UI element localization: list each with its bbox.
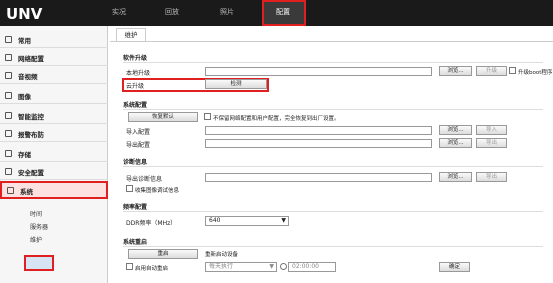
auto-reboot-checkbox[interactable] bbox=[126, 263, 133, 270]
divider bbox=[123, 246, 543, 247]
detect-button[interactable]: 检测 bbox=[205, 79, 267, 89]
section-diag-title: 诊断信息 bbox=[123, 159, 148, 166]
local-upgrade-label: 本地升级 bbox=[126, 70, 151, 77]
system-icon bbox=[7, 187, 14, 194]
alarm-icon bbox=[5, 130, 12, 137]
sidebar-item-label: 安全配置 bbox=[18, 169, 44, 177]
cloud-upgrade-label: 云升级 bbox=[126, 83, 145, 90]
sidebar-sub-server[interactable]: 服务器 bbox=[30, 222, 48, 231]
sidebar-item-av[interactable]: 音视频 bbox=[0, 68, 108, 84]
image-icon bbox=[5, 92, 12, 99]
top-bar: UNV 实况 回放 照片 配置 bbox=[0, 0, 553, 26]
reboot-period-value: 每天执行 bbox=[209, 263, 234, 270]
tab-divider bbox=[110, 41, 553, 42]
chevron-down-icon: ▼ bbox=[281, 217, 286, 224]
export-diag-button[interactable]: 导出 bbox=[476, 172, 507, 182]
sidebar-item-label: 存储 bbox=[18, 151, 31, 159]
main-panel: 维护 软件升级 本地升级 浏览... 升级 升级boot程序 云升级 检测 系统… bbox=[110, 26, 553, 283]
browse-button[interactable]: 浏览... bbox=[439, 172, 472, 182]
sidebar-item-label: 常用 bbox=[18, 37, 31, 45]
export-config-path[interactable] bbox=[205, 139, 432, 148]
sidebar-item-label: 系统 bbox=[20, 188, 33, 196]
section-config-title: 系统配置 bbox=[123, 102, 148, 109]
boot-upgrade-checkbox[interactable] bbox=[509, 67, 516, 74]
smart-icon bbox=[5, 112, 12, 119]
nav-photo[interactable]: 照片 bbox=[220, 7, 234, 17]
sidebar-item-common[interactable]: 常用 bbox=[0, 32, 108, 48]
home-icon bbox=[5, 36, 12, 43]
sidebar-sub-maintenance-highlight bbox=[24, 255, 54, 271]
tab-maintenance[interactable]: 维护 bbox=[116, 28, 146, 41]
full-restore-note: 不保留网络配置和用户配置，完全恢复到出厂设置。 bbox=[213, 116, 340, 122]
sidebar-item-image[interactable]: 图像 bbox=[0, 88, 108, 104]
sidebar-item-storage[interactable]: 存储 bbox=[0, 146, 108, 162]
export-diag-label: 导出诊断信息 bbox=[126, 176, 163, 183]
sidebar-item-label: 音视频 bbox=[18, 73, 38, 81]
browse-button[interactable]: 浏览... bbox=[439, 125, 472, 135]
divider bbox=[123, 166, 543, 167]
collect-image-debug-label: 收集图像调试信息 bbox=[135, 188, 180, 194]
browse-button[interactable]: 浏览... bbox=[439, 138, 472, 148]
sidebar-item-label: 网络配置 bbox=[18, 55, 44, 63]
section-upgrade-title: 软件升级 bbox=[123, 55, 148, 62]
reboot-time-input[interactable]: 02:00:00 bbox=[288, 262, 336, 272]
network-icon bbox=[5, 54, 12, 61]
import-config-path[interactable] bbox=[205, 126, 432, 135]
reboot-device-label: 重新启动设备 bbox=[205, 252, 239, 258]
sidebar-item-system[interactable]: 系统 bbox=[0, 181, 108, 199]
collect-image-debug-checkbox[interactable] bbox=[126, 185, 133, 192]
auto-reboot-label: 启用自动重启 bbox=[135, 266, 169, 272]
chevron-down-icon: ▼ bbox=[269, 263, 274, 270]
ddr-frequency-label: DDR频率（MHz） bbox=[126, 220, 177, 227]
divider bbox=[123, 109, 543, 110]
sidebar-item-security[interactable]: 安全配置 bbox=[0, 164, 108, 180]
restore-default-button[interactable]: 恢复默认 bbox=[128, 112, 198, 122]
sidebar-item-alarm[interactable]: 报警布防 bbox=[0, 126, 108, 142]
full-restore-checkbox[interactable] bbox=[204, 113, 211, 120]
ddr-frequency-select[interactable]: 640 ▼ bbox=[205, 216, 289, 226]
nav-config[interactable]: 配置 bbox=[276, 7, 290, 17]
storage-icon bbox=[5, 150, 12, 157]
time-picker-icon[interactable] bbox=[280, 263, 287, 270]
nav-live[interactable]: 实况 bbox=[112, 7, 126, 17]
reboot-button[interactable]: 重启 bbox=[128, 249, 198, 259]
export-button[interactable]: 导出 bbox=[476, 138, 507, 148]
divider bbox=[123, 211, 543, 212]
sidebar-sub-time[interactable]: 时间 bbox=[30, 209, 42, 218]
export-config-label: 导出配置 bbox=[126, 142, 151, 149]
sidebar-item-label: 智能监控 bbox=[18, 113, 44, 121]
browse-button[interactable]: 浏览... bbox=[439, 66, 472, 76]
nav-playback[interactable]: 回放 bbox=[165, 7, 179, 17]
section-reboot-title: 系统重启 bbox=[123, 239, 148, 246]
local-upgrade-path[interactable] bbox=[205, 67, 432, 76]
brand-logo: UNV bbox=[6, 5, 43, 23]
section-freq-title: 频率配置 bbox=[123, 204, 148, 211]
sidebar-item-label: 报警布防 bbox=[18, 131, 44, 139]
ddr-frequency-value: 640 bbox=[209, 217, 221, 224]
upgrade-button[interactable]: 升级 bbox=[476, 66, 507, 76]
sidebar-item-network[interactable]: 网络配置 bbox=[0, 50, 108, 66]
import-config-label: 导入配置 bbox=[126, 129, 151, 136]
shield-icon bbox=[5, 168, 12, 175]
divider bbox=[123, 62, 543, 63]
reboot-period-select[interactable]: 每天执行 ▼ bbox=[205, 262, 277, 272]
sidebar-item-label: 图像 bbox=[18, 93, 31, 101]
boot-upgrade-label: 升级boot程序 bbox=[518, 70, 553, 76]
confirm-button[interactable]: 确定 bbox=[439, 262, 470, 272]
sidebar-item-smart[interactable]: 智能监控 bbox=[0, 108, 108, 124]
video-icon bbox=[5, 72, 12, 79]
sidebar-sub-maintenance[interactable]: 维护 bbox=[30, 235, 42, 244]
sidebar: 常用 网络配置 音视频 图像 智能监控 报警布防 存储 安全配置 系统 时间 服… bbox=[0, 26, 108, 283]
import-button[interactable]: 导入 bbox=[476, 125, 507, 135]
export-diag-path[interactable] bbox=[205, 173, 432, 182]
